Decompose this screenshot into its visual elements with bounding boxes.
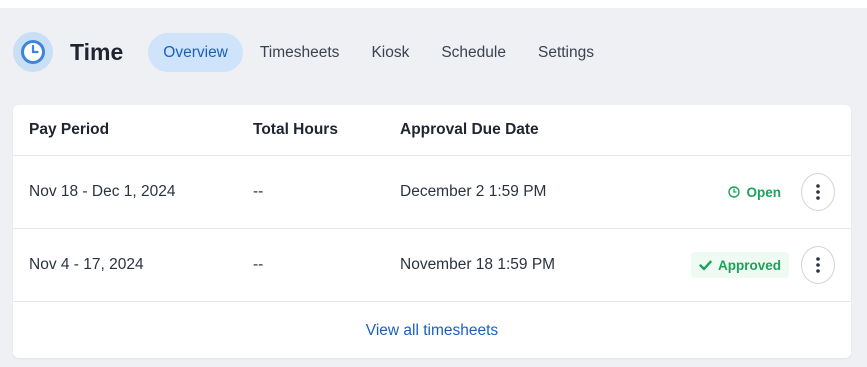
status-badge: Approved <box>690 252 789 278</box>
check-icon <box>699 260 712 270</box>
status-badge: Open <box>720 179 789 205</box>
pay-period-cell: Nov 18 - Dec 1, 2024 <box>29 183 176 200</box>
status-label: Open <box>746 184 781 200</box>
pay-period-cell: Nov 4 - 17, 2024 <box>29 256 144 273</box>
tab-kiosk[interactable]: Kiosk <box>356 33 424 72</box>
timesheets-card: Pay Period Total Hours Approval Due Date… <box>13 105 851 358</box>
header-total-hours: Total Hours <box>253 121 338 138</box>
more-options-button[interactable] <box>801 173 835 211</box>
page-background: Time Overview Timesheets Kiosk Schedule … <box>0 8 867 367</box>
total-hours-cell: -- <box>253 256 264 273</box>
app-title: Time <box>70 38 124 65</box>
app-header: Time Overview Timesheets Kiosk Schedule … <box>13 32 611 72</box>
table-row[interactable]: Nov 4 - 17, 2024 -- November 18 1:59 PM … <box>13 229 851 302</box>
clock-icon <box>728 186 741 198</box>
due-date-cell: November 18 1:59 PM <box>400 256 556 273</box>
table-header: Pay Period Total Hours Approval Due Date <box>13 105 851 156</box>
tab-settings[interactable]: Settings <box>523 33 609 72</box>
tab-timesheets[interactable]: Timesheets <box>245 33 355 72</box>
due-date-cell: December 2 1:59 PM <box>400 183 547 200</box>
nav-tabs: Overview Timesheets Kiosk Schedule Setti… <box>148 32 611 72</box>
more-options-button[interactable] <box>801 246 835 284</box>
status-label: Approved <box>717 257 781 273</box>
clock-icon <box>13 32 53 72</box>
more-vertical-icon <box>816 184 820 200</box>
tab-schedule[interactable]: Schedule <box>426 33 521 72</box>
header-due-date: Approval Due Date <box>400 121 539 138</box>
view-all-timesheets-link[interactable]: View all timesheets <box>13 322 851 340</box>
total-hours-cell: -- <box>253 183 264 200</box>
tab-overview[interactable]: Overview <box>148 32 243 72</box>
table-row[interactable]: Nov 18 - Dec 1, 2024 -- December 2 1:59 … <box>13 156 851 229</box>
header-pay-period: Pay Period <box>29 121 110 138</box>
more-vertical-icon <box>816 257 820 273</box>
